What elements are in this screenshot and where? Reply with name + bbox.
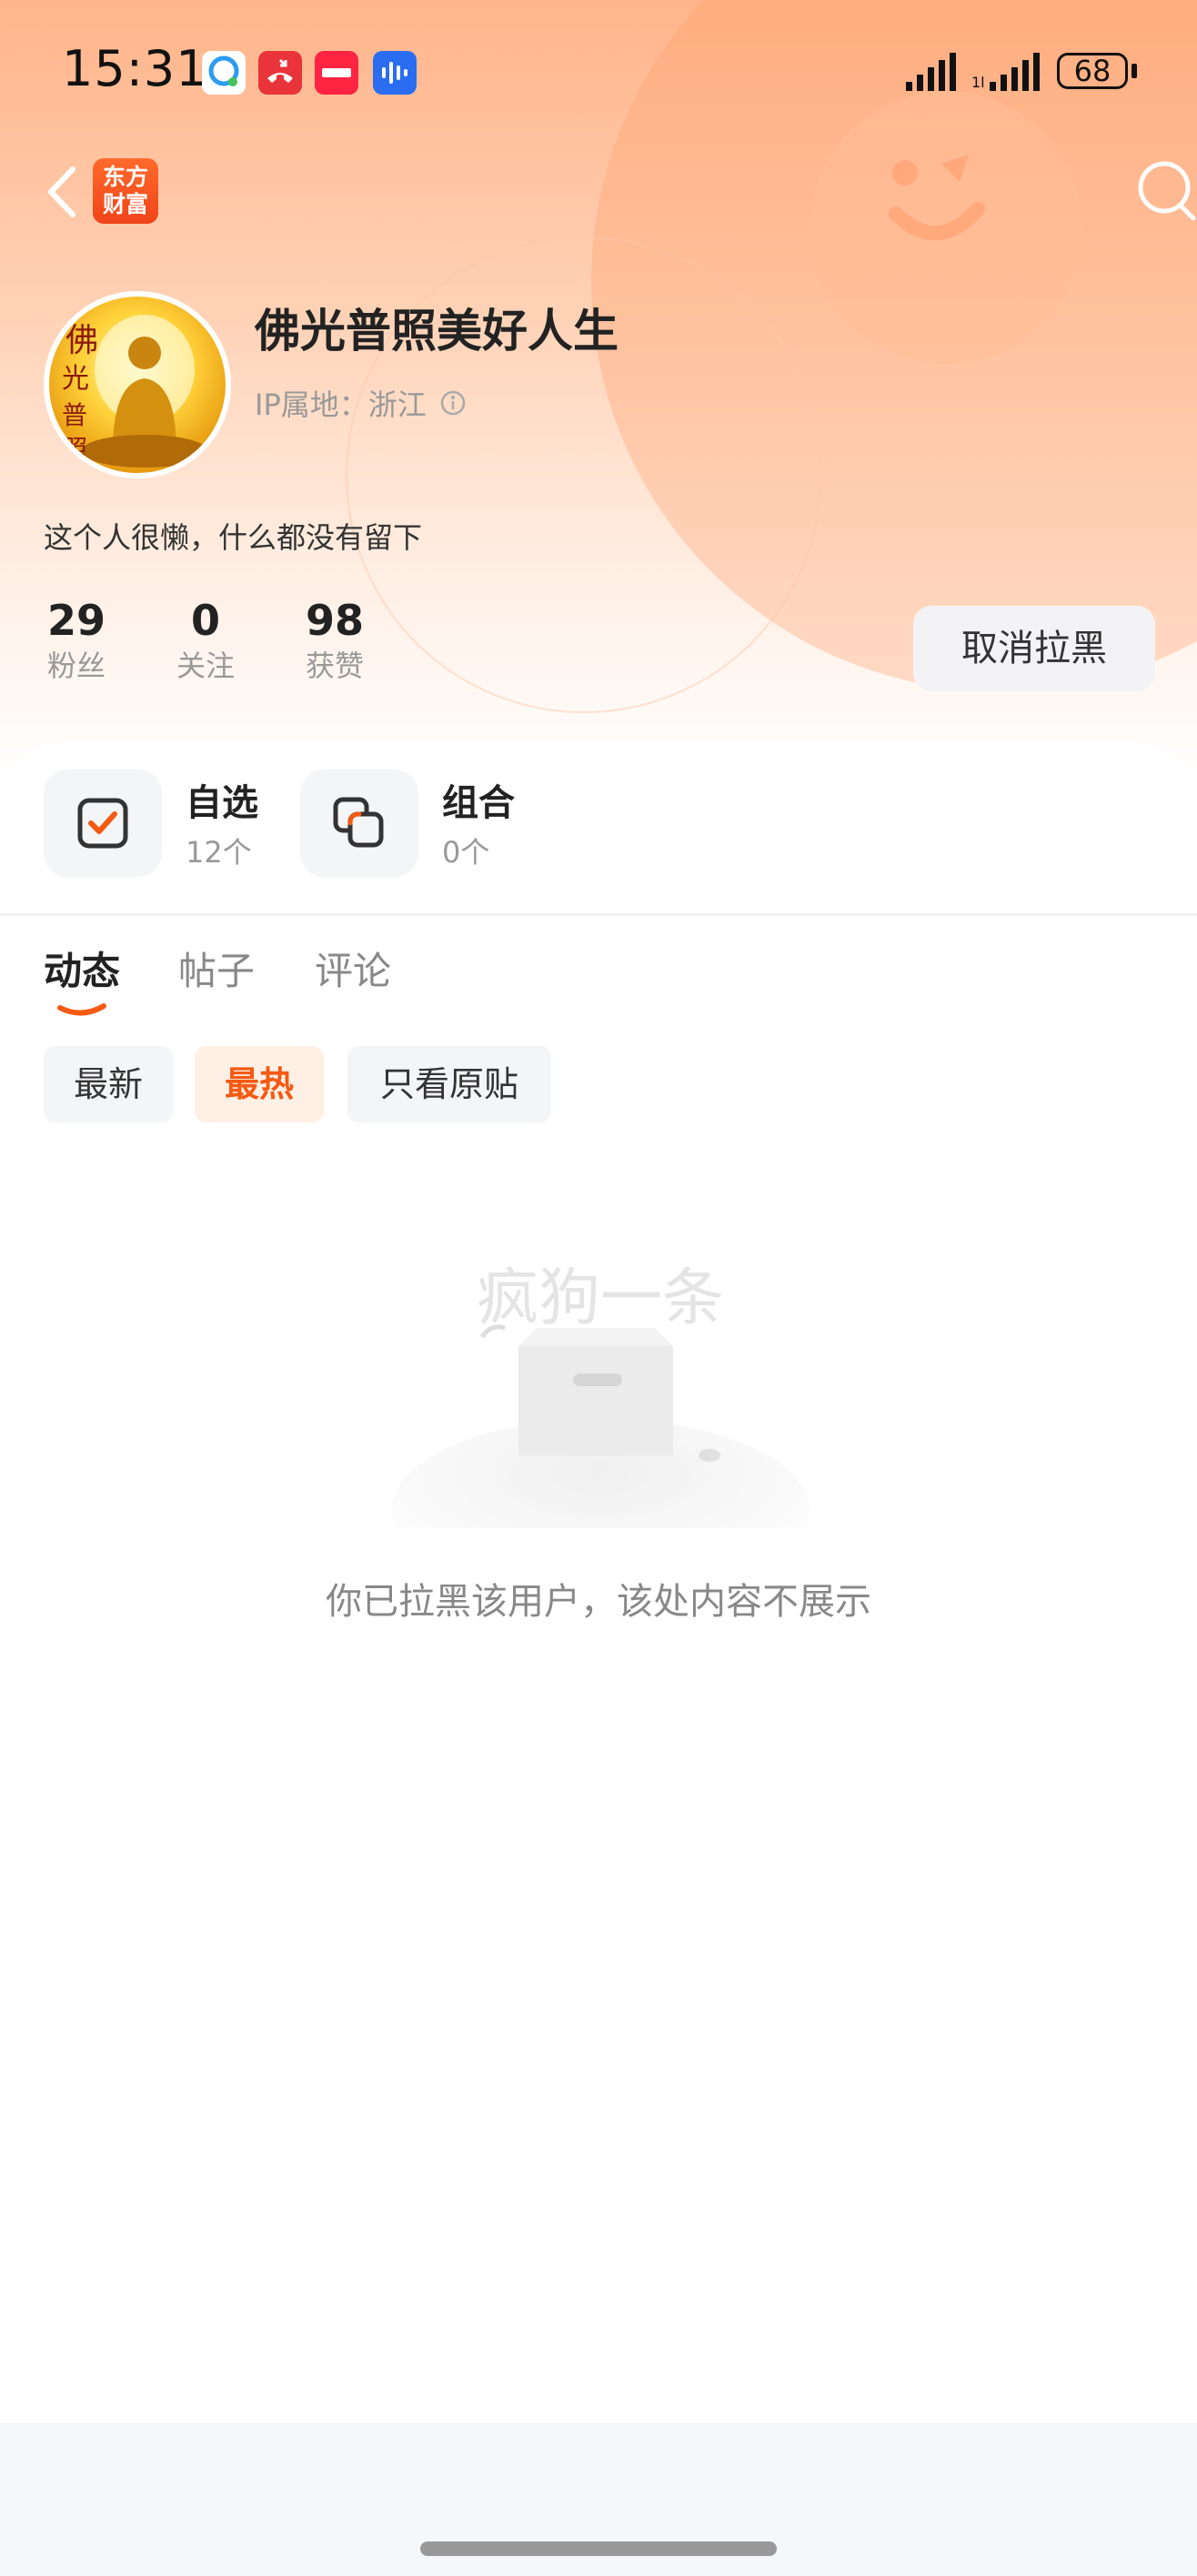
status-time: 15:31: [62, 40, 208, 97]
portfolio-count: 0个: [442, 835, 490, 870]
user-bio: 这个人很懒，什么都没有留下: [44, 520, 423, 555]
back-arrow-icon[interactable]: [40, 160, 86, 224]
smile-decoration-icon: [889, 155, 985, 241]
stat-following-label: 关注: [176, 649, 235, 683]
app-logo[interactable]: 东方 财富: [93, 158, 158, 224]
stat-likes-label: 获赞: [305, 649, 364, 683]
tab-comments[interactable]: 评论: [315, 941, 391, 996]
search-icon[interactable]: [1128, 155, 1197, 224]
cellular-signal-2-icon: 1l: [971, 53, 1040, 91]
cellular-signal-icon: [906, 53, 956, 91]
empty-box-illustration: 疯狗一条: [391, 1263, 810, 1528]
section-divider: [0, 913, 1197, 916]
app-logo-line2: 财富: [102, 191, 148, 217]
svg-text:普: 普: [62, 400, 87, 430]
battery-indicator: 68: [1057, 53, 1128, 89]
watermark-text: 疯狗一条: [477, 1263, 724, 1334]
active-tab-indicator: [57, 1003, 106, 1016]
ip-location: IP属地：浙江: [255, 387, 427, 422]
checkbox-icon: [77, 798, 128, 849]
tab-activity[interactable]: 动态: [44, 941, 120, 996]
svg-text:佛: 佛: [65, 322, 98, 359]
stat-likes-value: 98: [305, 596, 364, 645]
portfolio-icon: [333, 797, 384, 848]
filter-latest[interactable]: 最新: [44, 1046, 173, 1122]
xiaohongshu-icon: [315, 51, 358, 95]
tab-posts[interactable]: 帖子: [178, 941, 255, 996]
filter-hottest[interactable]: 最热: [195, 1046, 324, 1122]
message-app-icon: [202, 51, 246, 95]
content-card: [0, 742, 1197, 2576]
stat-following-value: 0: [190, 596, 220, 645]
phone-missed-icon: [258, 51, 302, 95]
stat-fans[interactable]: 29 粉丝: [44, 595, 109, 686]
ip-location-row: IP属地：浙江: [255, 382, 467, 424]
filter-original-only[interactable]: 只看原贴: [347, 1046, 551, 1122]
watchlist-icon-box: [44, 770, 162, 877]
battery-tip: [1132, 64, 1137, 78]
unblock-button[interactable]: 取消拉黑: [913, 606, 1155, 691]
portfolio-entry[interactable]: 组合 0个: [300, 770, 537, 877]
buddha-avatar-image: 佛 光 普 照: [62, 315, 208, 468]
svg-text:光: 光: [62, 363, 89, 395]
portfolio-icon-box: [300, 770, 418, 877]
empty-state-message: 你已拉黑该用户，该处内容不展示: [326, 1581, 871, 1623]
status-bar: 15:31 1l 68: [0, 0, 1197, 136]
user-name: 佛光普照美好人生: [255, 305, 619, 357]
portfolio-title: 组合: [442, 782, 515, 824]
avatar[interactable]: 佛 光 普 照: [44, 291, 231, 478]
app-logo-line1: 东方: [102, 164, 148, 190]
stat-following[interactable]: 0 关注: [173, 595, 238, 686]
info-icon[interactable]: [439, 389, 467, 417]
watchlist-count: 12个: [186, 835, 252, 870]
stat-fans-label: 粉丝: [46, 649, 106, 683]
stat-likes[interactable]: 98 获赞: [302, 595, 367, 686]
watchlist-title: 自选: [186, 782, 258, 824]
voice-app-icon: [373, 51, 417, 95]
watchlist-entry[interactable]: 自选 12个: [44, 770, 280, 877]
stat-fans-value: 29: [46, 596, 106, 645]
home-indicator[interactable]: [420, 2541, 777, 2556]
svg-text:1l: 1l: [971, 74, 985, 91]
